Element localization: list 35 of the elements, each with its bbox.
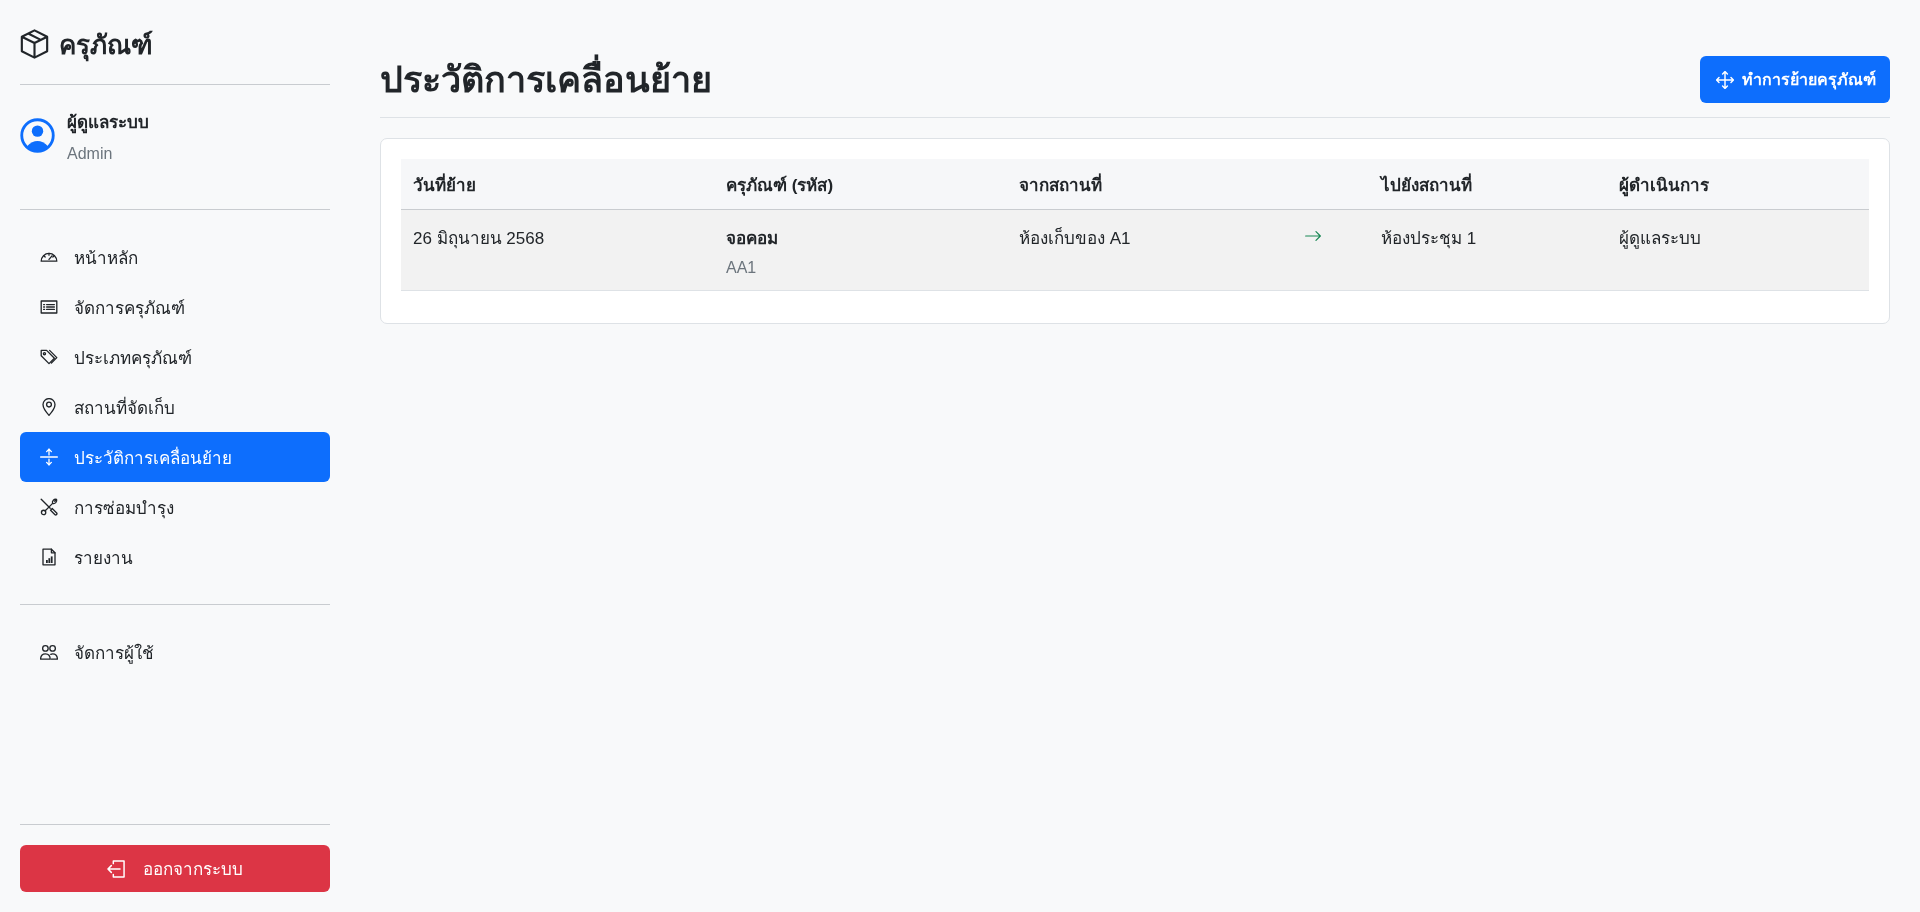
brand-title: ครุภัณฑ์ [59, 28, 153, 64]
sidebar-nav-item[interactable]: หน้าหลัก [20, 232, 330, 282]
move-asset-button[interactable]: ทำการย้ายครุภัณฑ์ [1700, 56, 1890, 103]
from-location-cell: ห้องเก็บของ A1 [1019, 229, 1131, 248]
column-header: ครุภัณฑ์ (รหัส) [726, 175, 834, 195]
tags-icon [40, 348, 58, 366]
user-role: Admin [67, 145, 114, 163]
column-header: วันที่ย้าย [413, 175, 476, 195]
column-header: ผู้ดำเนินการ [1619, 175, 1709, 195]
asset-code: AA1 [726, 259, 758, 277]
to-location-cell: ห้องประชุม 1 [1381, 229, 1477, 248]
move-arrows-icon [1716, 70, 1734, 89]
tools-icon [40, 498, 58, 516]
bar-chart-file-icon [40, 548, 58, 566]
people-icon [40, 643, 58, 661]
arrow-right-icon [1305, 231, 1321, 241]
date-cell: 26 มิถุนายน 2568 [413, 229, 545, 248]
user-avatar-icon [20, 118, 55, 153]
column-header: ไปยังสถานที่ [1381, 175, 1472, 195]
sidebar-nav-item[interactable]: สถานที่จัดเก็บ [20, 382, 330, 432]
exit-icon [107, 859, 125, 878]
box-icon [20, 29, 49, 59]
sidebar-nav-item[interactable]: จัดการผู้ใช้ [20, 627, 330, 677]
sidebar-nav-item[interactable]: จัดการครุภัณฑ์ [20, 282, 330, 332]
sidebar-nav-item[interactable]: ประวัติการเคลื่อนย้าย [20, 432, 330, 482]
sidebar-nav-item[interactable]: รายงาน [20, 532, 330, 582]
sidebar-nav-item[interactable]: การซ่อมบำรุง [20, 482, 330, 532]
user-name: ผู้ดูแลระบบ [67, 112, 149, 135]
operator-cell: ผู้ดูแลระบบ [1619, 229, 1701, 248]
column-header: จากสถานที่ [1019, 175, 1102, 195]
asset-name: จอคอม [726, 228, 779, 250]
sidebar-nav-item[interactable]: ประเภทครุภัณฑ์ [20, 332, 330, 382]
location-pin-icon [40, 398, 58, 416]
list-icon [40, 298, 58, 316]
logout-button[interactable]: ออกจากระบบ [20, 845, 330, 892]
